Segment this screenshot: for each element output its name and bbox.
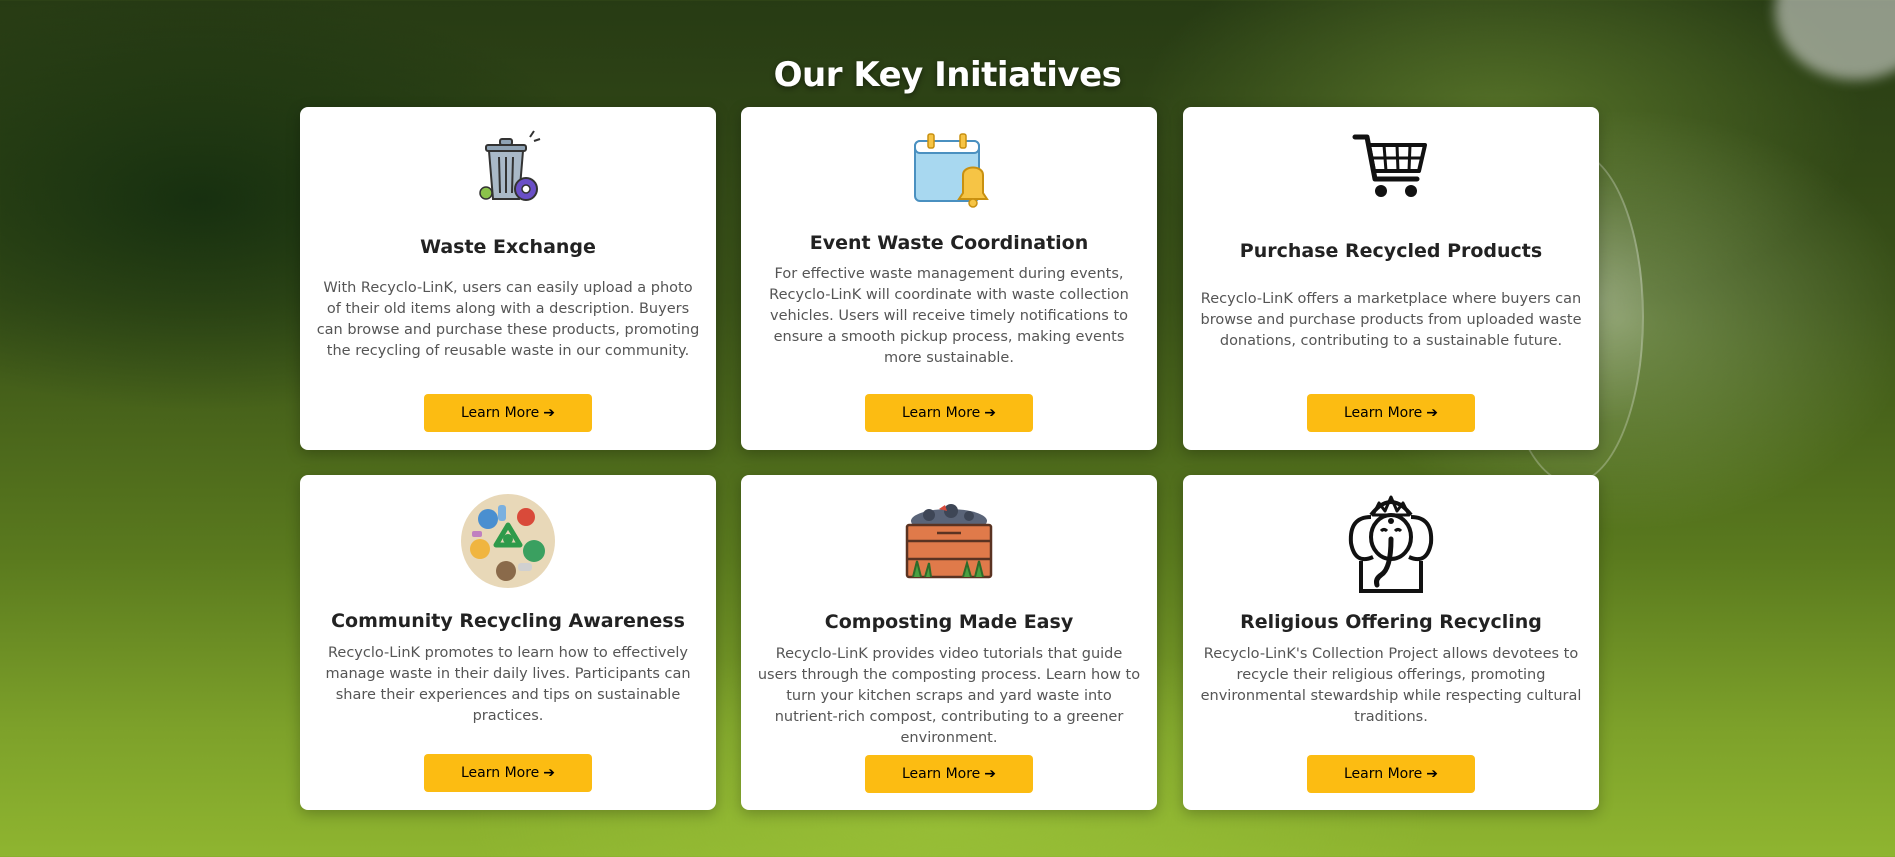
card-description: For effective waste management during ev… — [769, 266, 1129, 366]
card-title: Community Recycling Awareness — [331, 610, 685, 632]
ganesha-icon — [1183, 491, 1599, 595]
card-purchase-recycled-products: Purchase Recycled Products Recyclo-LinK … — [1183, 107, 1599, 450]
card-waste-exchange: Waste Exchange With Recyclo-LinK, users … — [300, 107, 716, 450]
card-composting-made-easy: Composting Made Easy Recyclo-LinK provid… — [741, 475, 1157, 810]
button-label: Learn More — [460, 405, 540, 421]
arrow-right-icon: ➔ — [984, 766, 997, 782]
card-description: With Recyclo-LinK, users can easily uplo… — [316, 280, 700, 359]
card-title: Composting Made Easy — [824, 611, 1074, 633]
card-event-waste-coordination: Event Waste Coordination For effective w… — [741, 107, 1157, 450]
card-title: Religious Offering Recycling — [1240, 611, 1542, 633]
button-label: Learn More — [460, 765, 540, 781]
arrow-right-icon: ➔ — [1426, 766, 1439, 782]
card-title: Waste Exchange — [420, 236, 596, 258]
button-label: Learn More — [1343, 405, 1423, 421]
button-label: Learn More — [901, 766, 981, 782]
learn-more-button[interactable]: Learn More ➔ — [865, 755, 1033, 793]
trash-bin-gear-icon — [300, 127, 716, 207]
card-description: Recyclo-LinK offers a marketplace where … — [1200, 291, 1582, 349]
card-description: Recyclo-LinK's Collection Project allows… — [1200, 646, 1582, 725]
learn-more-button[interactable]: Learn More ➔ — [424, 754, 592, 792]
button-label: Learn More — [901, 405, 981, 421]
card-description: Recyclo-LinK provides video tutorials th… — [757, 646, 1141, 746]
learn-more-button[interactable]: Learn More ➔ — [865, 394, 1033, 432]
calendar-bell-icon — [741, 131, 1157, 211]
compost-bin-icon — [741, 503, 1157, 583]
learn-more-button[interactable]: Learn More ➔ — [1307, 755, 1475, 793]
arrow-right-icon: ➔ — [543, 405, 556, 421]
card-title: Event Waste Coordination — [809, 232, 1089, 254]
card-description: Recyclo-LinK promotes to learn how to ef… — [325, 645, 691, 724]
learn-more-button[interactable]: Learn More ➔ — [424, 394, 592, 432]
card-community-recycling-awareness: Community Recycling Awareness Recyclo-Li… — [300, 475, 716, 810]
arrow-right-icon: ➔ — [1426, 405, 1439, 421]
card-title: Purchase Recycled Products — [1239, 240, 1543, 262]
shopping-cart-icon — [1183, 127, 1599, 207]
arrow-right-icon: ➔ — [984, 405, 997, 421]
arrow-right-icon: ➔ — [543, 765, 556, 781]
card-religious-offering-recycling: Religious Offering Recycling Recyclo-Lin… — [1183, 475, 1599, 810]
learn-more-button[interactable]: Learn More ➔ — [1307, 394, 1475, 432]
section-title: Our Key Initiatives — [773, 54, 1122, 95]
recycling-globe-icon — [300, 491, 716, 591]
button-label: Learn More — [1343, 766, 1423, 782]
